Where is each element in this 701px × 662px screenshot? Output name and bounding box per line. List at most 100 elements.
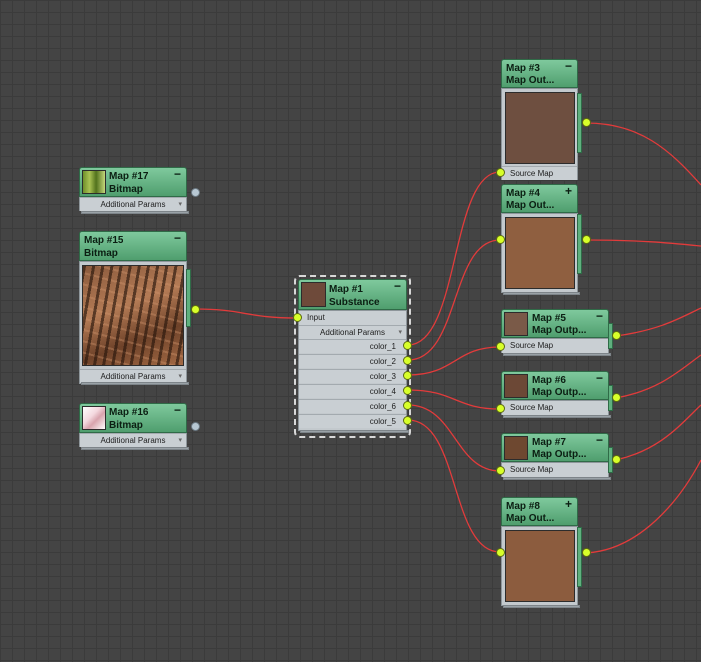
node-body: Additional Params ▾ — [79, 261, 187, 384]
input-socket[interactable] — [496, 235, 505, 244]
node-header[interactable]: Map #7 Map Outp... − — [501, 433, 609, 462]
input-socket[interactable] — [496, 466, 505, 475]
input-socket[interactable] — [496, 404, 505, 413]
collapse-icon[interactable]: − — [596, 310, 603, 322]
node-title: Map #7 — [532, 437, 566, 448]
node-stack-edge — [503, 415, 611, 418]
node-map5[interactable]: Map #5 Map Outp... − Source Map — [496, 309, 621, 361]
node-header[interactable]: Map #16 Bitmap − — [79, 403, 187, 433]
node-header[interactable]: Map #3 Map Out... − — [501, 59, 578, 88]
collapse-icon[interactable]: − — [394, 280, 401, 292]
source-map-row[interactable]: Source Map — [502, 166, 577, 180]
node-stack-edge — [300, 430, 409, 433]
node-map8[interactable]: Map #8 Map Out... + — [496, 497, 591, 611]
node-map16[interactable]: Map #16 Bitmap − Additional Params ▾ — [79, 403, 200, 453]
node-stack-edge — [503, 353, 611, 356]
node-subtitle: Map Out... — [506, 513, 555, 524]
collapse-icon[interactable]: − — [174, 168, 181, 180]
node-title: Map #8 — [506, 501, 540, 512]
node-body: Source Map — [501, 88, 578, 180]
wire-color5-to-map8 — [407, 419, 501, 553]
grass-texture-thumbnail — [82, 170, 106, 194]
output-socket-color-1[interactable] — [403, 341, 412, 350]
expand-icon[interactable]: + — [565, 185, 572, 197]
collapse-icon[interactable]: − — [565, 60, 572, 72]
node-map7[interactable]: Map #7 Map Outp... − Source Map — [496, 433, 621, 485]
node-header[interactable]: Map #4 Map Out... + — [501, 184, 578, 213]
output-socket[interactable] — [191, 188, 200, 197]
input-socket[interactable] — [293, 313, 302, 322]
node-stack-edge — [503, 477, 611, 480]
output-row-color-5[interactable]: color_5 — [299, 414, 406, 428]
rock-texture-thumbnail — [82, 265, 184, 366]
output-socket[interactable] — [612, 455, 621, 464]
output-row-color-3[interactable]: color_3 — [299, 369, 406, 383]
additional-params-row[interactable]: Additional Params ▾ — [299, 325, 406, 339]
collapse-icon[interactable]: − — [174, 232, 181, 244]
wire-color2-to-map4 — [407, 239, 501, 361]
input-socket[interactable] — [496, 168, 505, 177]
node-title: Map #6 — [532, 375, 566, 386]
node-subtitle: Map Outp... — [532, 325, 587, 336]
node-map4[interactable]: Map #4 Map Out... + — [496, 184, 591, 298]
node-subtitle: Map Out... — [506, 75, 555, 86]
output-row-color-1[interactable]: color_1 — [299, 339, 406, 353]
node-map3[interactable]: Map #3 Map Out... − Source Map — [496, 59, 591, 183]
node-body — [501, 213, 578, 293]
node-subtitle: Map Out... — [506, 200, 555, 211]
node-header[interactable]: Map #6 Map Outp... − — [501, 371, 609, 400]
node-map15[interactable]: Map #15 Bitmap − Additional Params ▾ — [79, 231, 200, 386]
node-subtitle: Map Outp... — [532, 387, 587, 398]
output-socket-color-6[interactable] — [403, 401, 412, 410]
input-row[interactable]: Input — [299, 311, 406, 325]
node-body: Source Map — [501, 462, 609, 477]
source-map-row[interactable]: Source Map — [502, 401, 608, 415]
output-socket-color-4[interactable] — [403, 386, 412, 395]
node-header[interactable]: Map #5 Map Outp... − — [501, 309, 609, 338]
source-map-row[interactable]: Source Map — [502, 463, 608, 477]
expand-arrow-icon[interactable]: ▾ — [178, 198, 182, 211]
node-title: Map #15 — [84, 235, 124, 246]
input-socket[interactable] — [496, 548, 505, 557]
node-title: Map #4 — [506, 188, 540, 199]
node-body: Additional Params ▾ — [79, 433, 187, 447]
node-header[interactable]: Map #17 Bitmap − — [79, 167, 187, 197]
output-socket-color-5[interactable] — [403, 416, 412, 425]
node-header[interactable]: Map #1 Substance − — [298, 279, 407, 310]
output-socket[interactable] — [582, 118, 591, 127]
output-socket[interactable] — [612, 393, 621, 402]
node-header[interactable]: Map #8 Map Out... + — [501, 497, 578, 526]
wire-map5-out — [615, 307, 701, 337]
wire-map15-to-map1 — [194, 308, 298, 319]
output-socket-color-2[interactable] — [403, 356, 412, 365]
source-map-row[interactable]: Source Map — [502, 339, 608, 353]
additional-params-row[interactable]: Additional Params ▾ — [80, 197, 186, 211]
output-row-color-4[interactable]: color_4 — [299, 384, 406, 398]
substance-color-swatch — [301, 282, 326, 307]
additional-params-row[interactable]: Additional Params ▾ — [80, 433, 186, 447]
node-map1-substance[interactable]: Map #1 Substance − Input Additional Para… — [293, 279, 412, 434]
expand-arrow-icon[interactable]: ▾ — [178, 434, 182, 447]
color-swatch — [505, 217, 575, 289]
output-socket[interactable] — [612, 331, 621, 340]
input-socket[interactable] — [496, 342, 505, 351]
expand-icon[interactable]: + — [565, 498, 572, 510]
wire-map7-out — [615, 404, 701, 461]
expand-arrow-icon[interactable]: ▾ — [398, 326, 402, 339]
node-map6[interactable]: Map #6 Map Outp... − Source Map — [496, 371, 621, 423]
node-map17[interactable]: Map #17 Bitmap − Additional Params ▾ — [79, 167, 200, 217]
output-row-color-6[interactable]: color_6 — [299, 399, 406, 413]
node-header[interactable]: Map #15 Bitmap − — [79, 231, 187, 261]
collapse-icon[interactable]: − — [596, 434, 603, 446]
output-socket[interactable] — [582, 548, 591, 557]
additional-params-row[interactable]: Additional Params ▾ — [80, 369, 186, 383]
node-subtitle: Substance — [329, 297, 380, 308]
output-socket-color-3[interactable] — [403, 371, 412, 380]
collapse-icon[interactable]: − — [596, 372, 603, 384]
output-socket[interactable] — [582, 235, 591, 244]
collapse-icon[interactable]: − — [174, 404, 181, 416]
wire-map4-out — [585, 239, 701, 247]
output-row-color-2[interactable]: color_2 — [299, 354, 406, 368]
output-socket[interactable] — [191, 422, 200, 431]
output-socket[interactable] — [191, 305, 200, 314]
